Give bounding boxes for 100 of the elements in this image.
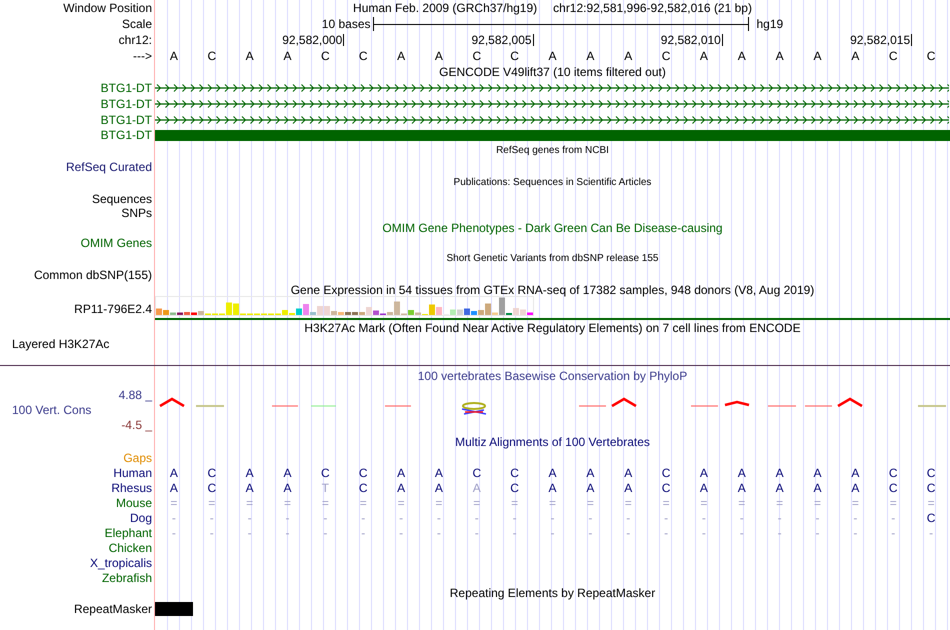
base-letter: =	[511, 496, 518, 508]
base-letter: A	[586, 466, 594, 478]
base-letter: A	[283, 50, 292, 62]
track-label: SNPs	[121, 207, 152, 219]
base-letter: -	[740, 512, 744, 524]
base-letter: A	[434, 50, 443, 62]
base-letter: A	[586, 50, 594, 62]
base-letter: =	[360, 496, 367, 508]
coordinate-tick: 92,582,015	[850, 34, 912, 46]
base-letter: -	[361, 512, 366, 524]
base-letter: A	[397, 50, 406, 62]
track-title: Gene Expression in 54 tissues from GTEx RNA-seq of 17382 samples, 948 donors (V8, Aug 2019)	[290, 284, 814, 296]
base-letter: A	[776, 482, 784, 494]
base-letter: -	[891, 526, 896, 538]
track-label: Sequences	[92, 193, 152, 205]
base-letter: A	[813, 482, 822, 494]
base-letter: A	[548, 482, 556, 494]
base-letter: A	[813, 50, 822, 62]
base-letter: -	[436, 526, 441, 538]
base-letter: -	[702, 526, 706, 538]
coordinate-tick: 92,582,010	[660, 34, 723, 46]
track-title: OMIM Gene Phenotypes - Dark Green Can Be Disease-causing	[382, 222, 723, 234]
base-letter: -	[550, 526, 554, 538]
base-letter: A	[700, 466, 708, 478]
track-label: Dog	[130, 512, 152, 524]
base-letter: C	[472, 466, 482, 478]
track-label: Elephant	[104, 526, 152, 538]
base-letter: =	[435, 496, 442, 508]
base-letter: -	[702, 512, 706, 524]
base-letter: =	[322, 496, 329, 508]
track-label: Mouse	[116, 496, 152, 508]
assembly-title: Human Feb. 2009 (GRCh37/hg19)	[353, 2, 538, 14]
track-label: Gaps	[123, 452, 152, 464]
base-letter: -	[929, 526, 934, 538]
axis-min-label: -4.5 _	[121, 419, 152, 431]
scale-length: 10 bases	[322, 18, 370, 30]
track-label: RP11-796E2.4	[74, 303, 152, 315]
track-label: BTG1-DT	[100, 129, 152, 141]
base-letter: -	[399, 512, 404, 524]
base-letter: -	[588, 512, 592, 524]
base-letter: =	[662, 496, 670, 508]
base-letter: C	[510, 50, 519, 62]
base-letter: C	[662, 482, 670, 494]
base-letter: =	[776, 496, 784, 508]
base-letter: A	[738, 466, 746, 478]
base-letter: C	[358, 482, 368, 494]
base-letter: T	[322, 482, 330, 494]
base-letter: C	[926, 512, 936, 524]
track-label: chr12:	[118, 34, 152, 46]
base-letter: A	[246, 482, 254, 494]
base-letter: -	[512, 512, 517, 524]
base-letter: A	[548, 50, 556, 62]
base-letter: A	[246, 466, 254, 478]
base-letter: =	[398, 496, 405, 508]
track-label: X_tropicalis	[90, 556, 152, 568]
base-letter: A	[246, 50, 254, 62]
base-letter: =	[208, 496, 216, 508]
base-letter: C	[472, 50, 482, 62]
base-letter: =	[890, 496, 897, 508]
track-title: Publications: Sequences in Scientific Articles	[454, 178, 652, 188]
base-letter: -	[626, 512, 630, 524]
base-letter: =	[586, 496, 594, 508]
base-letter: C	[662, 50, 670, 62]
base-letter: =	[738, 496, 746, 508]
base-letter: =	[246, 496, 254, 508]
base-letter: A	[397, 482, 406, 494]
base-letter: A	[776, 466, 784, 478]
base-letter: -	[588, 526, 592, 538]
base-letter: -	[474, 526, 479, 538]
base-letter: A	[548, 466, 556, 478]
base-letter: -	[436, 512, 441, 524]
scale-assembly: hg19	[756, 18, 784, 30]
base-letter: C	[888, 50, 898, 62]
base-letter: A	[624, 482, 632, 494]
track-label: BTG1-DT	[100, 82, 152, 94]
track-title: RefSeq genes from NCBI	[496, 146, 609, 156]
base-letter: -	[740, 526, 744, 538]
base-letter: C	[926, 50, 936, 62]
track-label: OMIM Genes	[80, 237, 152, 249]
base-letter: -	[778, 526, 782, 538]
base-letter: C	[662, 466, 670, 478]
base-letter: -	[248, 526, 252, 538]
base-letter: -	[550, 512, 554, 524]
base-letter: C	[888, 482, 898, 494]
base-letter: -	[361, 526, 366, 538]
base-letter: -	[285, 512, 290, 524]
base-letter: -	[323, 512, 328, 524]
base-letter: C	[321, 50, 330, 62]
track-title: GENCODE V49lift37 (10 items filtered out)	[439, 66, 666, 78]
base-letter: A	[434, 482, 443, 494]
base-letter: A	[738, 482, 746, 494]
base-letter: A	[738, 50, 746, 62]
base-letter: A	[624, 466, 632, 478]
base-letter: A	[776, 50, 784, 62]
base-letter: A	[170, 466, 178, 478]
base-letter: C	[321, 466, 330, 478]
base-letter: =	[170, 496, 178, 508]
base-letter: C	[510, 466, 519, 478]
base-letter: C	[926, 482, 936, 494]
axis-max-label: 4.88 _	[118, 389, 152, 401]
